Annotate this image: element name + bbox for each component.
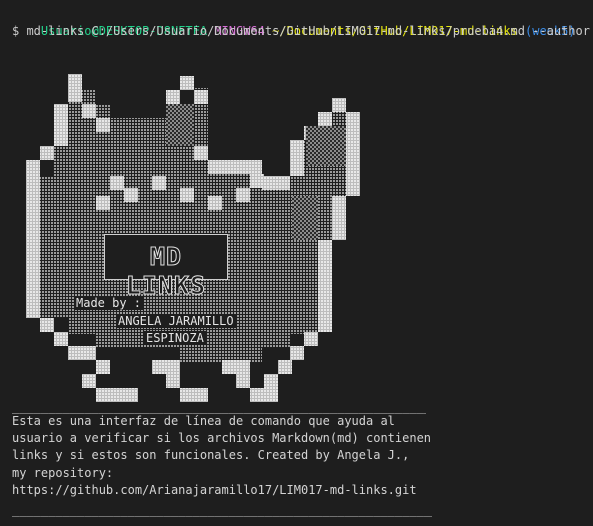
description-line: Esta es una interfaz de línea de comando…: [12, 414, 395, 428]
divider-bottom: ________________________________________…: [12, 503, 432, 517]
author-name-line-2: ESPINOZA: [144, 331, 206, 345]
ascii-cat-art: [26, 74, 360, 402]
author-name-line-1: ANGELA JARAMILLO: [116, 314, 236, 328]
divider-top: ________________________________________…: [12, 400, 426, 414]
made-by-label: Made by :: [74, 296, 144, 310]
description-block: Esta es una interfaz de línea de comando…: [12, 413, 431, 499]
md-links-logo: MD LINKS: [104, 234, 228, 301]
repository-url[interactable]: https://github.com/Arianajaramillo17/LIM…: [12, 482, 431, 499]
description-line: usuario a verificar si los archivos Mark…: [12, 431, 432, 446]
description-line: links y si estos son funcionales. Create…: [12, 448, 410, 463]
description-line: my repository:: [12, 465, 114, 480]
terminal-window[interactable]: Usuario@DESKTOP-D8NFTFA MINGW64 ~/Docume…: [0, 0, 593, 526]
md-links-logo-text: MD LINKS: [125, 242, 207, 301]
